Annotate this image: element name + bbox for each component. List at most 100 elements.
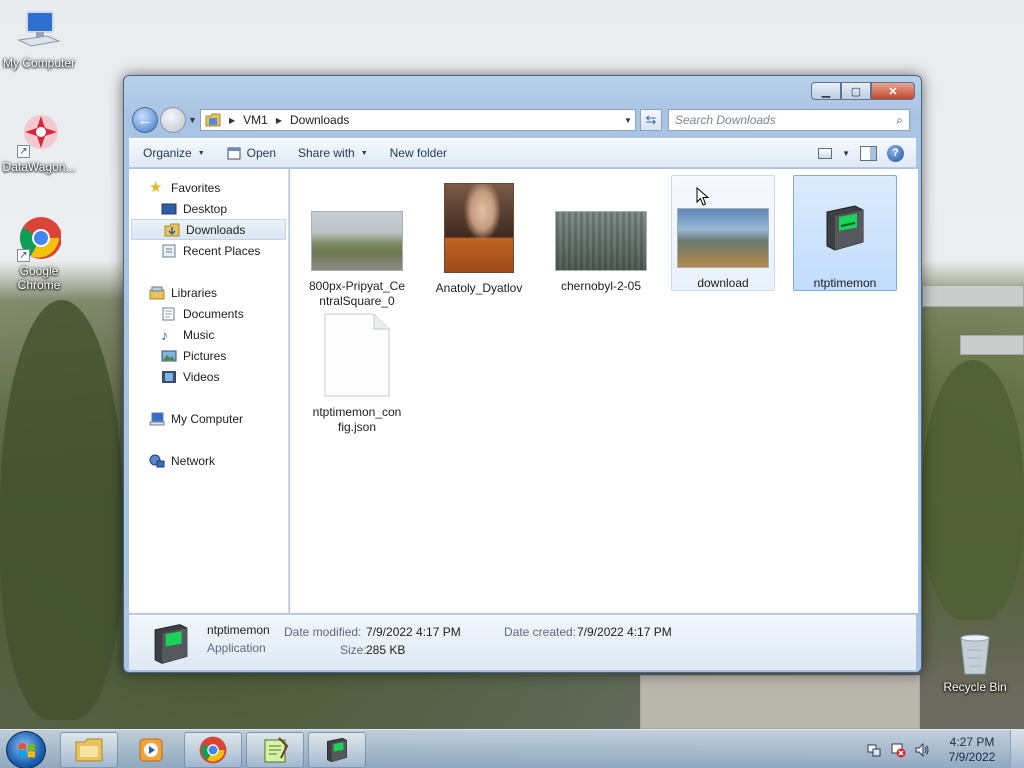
computer-icon — [149, 412, 165, 425]
start-button[interactable] — [6, 731, 46, 768]
nav-pictures[interactable]: Pictures — [129, 345, 288, 366]
preview-pane-icon[interactable] — [860, 145, 877, 161]
action-center-icon[interactable] — [866, 742, 882, 758]
volume-icon[interactable] — [914, 742, 930, 758]
media-player-icon — [139, 738, 163, 762]
nav-label: Libraries — [171, 285, 218, 300]
maximize-button[interactable]: ▢ — [841, 82, 871, 100]
desktop-icon-recycle-bin[interactable]: Recycle Bin — [936, 632, 1014, 694]
desktop-icon-google-chrome[interactable]: ↗ Google Chrome — [0, 216, 78, 292]
details-date-modified: 7/9/2022 4:17 PM — [366, 625, 461, 639]
forward-button[interactable]: → — [160, 107, 186, 133]
details-file-name: ntptimemon — [207, 623, 270, 637]
file-item-anatoly-dyatlov[interactable]: Anatoly_Dyatlov — [427, 179, 531, 295]
shortcut-arrow-icon: ↗ — [17, 145, 30, 158]
file-name: 800px-Pripyat_Ce — [308, 279, 406, 293]
file-name: chernobyl-2-05 — [560, 279, 642, 293]
taskbar-ntptimemon-button[interactable] — [308, 732, 366, 768]
videos-icon — [162, 370, 176, 383]
search-input[interactable]: Search Downloads ⌕ — [668, 109, 910, 131]
image-thumbnail — [555, 211, 647, 271]
nav-music[interactable]: ♪ Music — [129, 324, 288, 345]
windows-logo-icon — [19, 743, 35, 758]
address-dropdown-icon[interactable]: ▼ — [621, 116, 635, 125]
nav-label: Videos — [183, 369, 220, 384]
share-with-button[interactable]: Share with ▼ — [298, 146, 368, 160]
details-date-created: 7/9/2022 4:17 PM — [577, 625, 672, 639]
scenery-building — [960, 335, 1024, 355]
minimize-button[interactable]: ▁ — [811, 82, 841, 100]
file-item-pripyat-central-square[interactable]: 800px-Pripyat_Ce ntralSquare_0 — [305, 179, 409, 308]
recent-pages-dropdown[interactable]: ▼ — [188, 115, 198, 125]
scenery-building — [640, 675, 920, 729]
taskbar-notepadpp-button[interactable] — [246, 732, 304, 768]
help-icon[interactable]: ? — [887, 144, 904, 162]
navigation-bar: ← → ▼ ▶ VM1 ▶ Downloads ▼ ⇆ Search Downl… — [132, 106, 913, 134]
change-view-icon[interactable] — [818, 147, 833, 159]
open-button[interactable]: Open — [227, 146, 276, 160]
taskbar-media-player-button[interactable] — [122, 732, 180, 768]
file-item-ntptimemon-config[interactable]: ntptimemon_con fig.json — [305, 309, 409, 434]
libraries-icon — [149, 286, 165, 299]
window-controls: ▁ ▢ ✕ — [811, 82, 915, 100]
ntptimemon-app-icon — [327, 737, 347, 763]
refresh-button[interactable]: ⇆ — [640, 109, 662, 131]
nav-libraries[interactable]: Libraries — [129, 282, 288, 303]
star-icon: ★ — [149, 178, 163, 196]
scenery-building — [922, 285, 1024, 307]
details-size: 285 KB — [366, 643, 406, 657]
desktop-icon — [161, 203, 177, 214]
desktop-icon-datawagon[interactable]: ↗ DataWagon... — [0, 112, 78, 174]
desktop-icon-label: Google Chrome — [17, 264, 61, 292]
breadcrumb-separator-icon: ▶ — [229, 115, 236, 125]
nav-videos[interactable]: Videos — [129, 366, 288, 387]
forward-arrow-icon: → — [165, 111, 181, 129]
organize-button[interactable]: Organize ▼ — [143, 146, 205, 160]
search-icon: ⌕ — [896, 112, 903, 127]
notepad-plus-plus-icon — [264, 737, 289, 763]
clock[interactable]: 4:27 PM 7/9/2022 — [934, 735, 1010, 765]
nav-recent-places[interactable]: Recent Places — [129, 240, 288, 261]
nav-documents[interactable]: Documents — [129, 303, 288, 324]
open-label: Open — [246, 146, 276, 160]
system-tray: 4:27 PM 7/9/2022 — [862, 730, 1024, 768]
close-icon: ✕ — [888, 85, 898, 98]
scenery-tree — [922, 360, 1024, 620]
scenery-tree — [0, 300, 123, 720]
navigation-pane: ★ Favorites Desktop Downloads Recent Pla… — [129, 169, 289, 613]
nav-network[interactable]: Network — [129, 450, 288, 471]
taskbar-explorer-button[interactable] — [60, 732, 118, 768]
clock-date: 7/9/2022 — [948, 749, 996, 764]
breadcrumb-vm1[interactable]: VM1 — [243, 113, 268, 127]
desktop-icon-label: My Computer — [2, 56, 76, 70]
mouse-cursor-icon — [696, 187, 710, 206]
address-bar[interactable]: ▶ VM1 ▶ Downloads ▼ — [200, 109, 636, 131]
nav-favorites[interactable]: ★ Favorites — [129, 177, 288, 198]
details-date-modified-label: Date modified: — [284, 625, 362, 639]
nav-downloads[interactable]: Downloads — [131, 219, 286, 240]
network-icon — [149, 454, 165, 467]
generic-file-icon — [324, 313, 390, 397]
taskbar: 4:27 PM 7/9/2022 — [0, 729, 1024, 768]
folder-icon — [75, 738, 103, 762]
show-desktop-button[interactable] — [1010, 730, 1024, 768]
desktop-icon-my-computer[interactable]: My Computer — [0, 8, 78, 70]
file-item-ntptimemon[interactable]: ntptimemon — [793, 175, 897, 291]
close-button[interactable]: ✕ — [871, 82, 915, 100]
back-button[interactable]: ← — [132, 107, 158, 133]
taskbar-chrome-button[interactable] — [184, 732, 242, 768]
nav-label: Favorites — [171, 180, 221, 195]
details-date-created-label: Date created: — [504, 625, 577, 639]
image-thumbnail — [444, 183, 514, 273]
network-disconnected-icon[interactable] — [890, 742, 906, 758]
explorer-window: ▁ ▢ ✕ ← → ▼ ▶ VM1 ▶ Downloads ▼ ⇆ Search… — [123, 75, 922, 673]
nav-desktop[interactable]: Desktop — [129, 198, 288, 219]
breadcrumb-downloads[interactable]: Downloads — [290, 113, 349, 127]
new-folder-label: New folder — [389, 146, 447, 160]
file-item-chernobyl-2-05[interactable]: chernobyl-2-05 — [549, 179, 653, 295]
view-options-chevron-icon[interactable]: ▼ — [842, 149, 850, 158]
nav-my-computer[interactable]: My Computer — [129, 408, 288, 429]
chrome-icon: ↗ — [17, 216, 62, 262]
new-folder-button[interactable]: New folder — [390, 146, 447, 160]
file-item-download[interactable]: download — [671, 175, 775, 291]
